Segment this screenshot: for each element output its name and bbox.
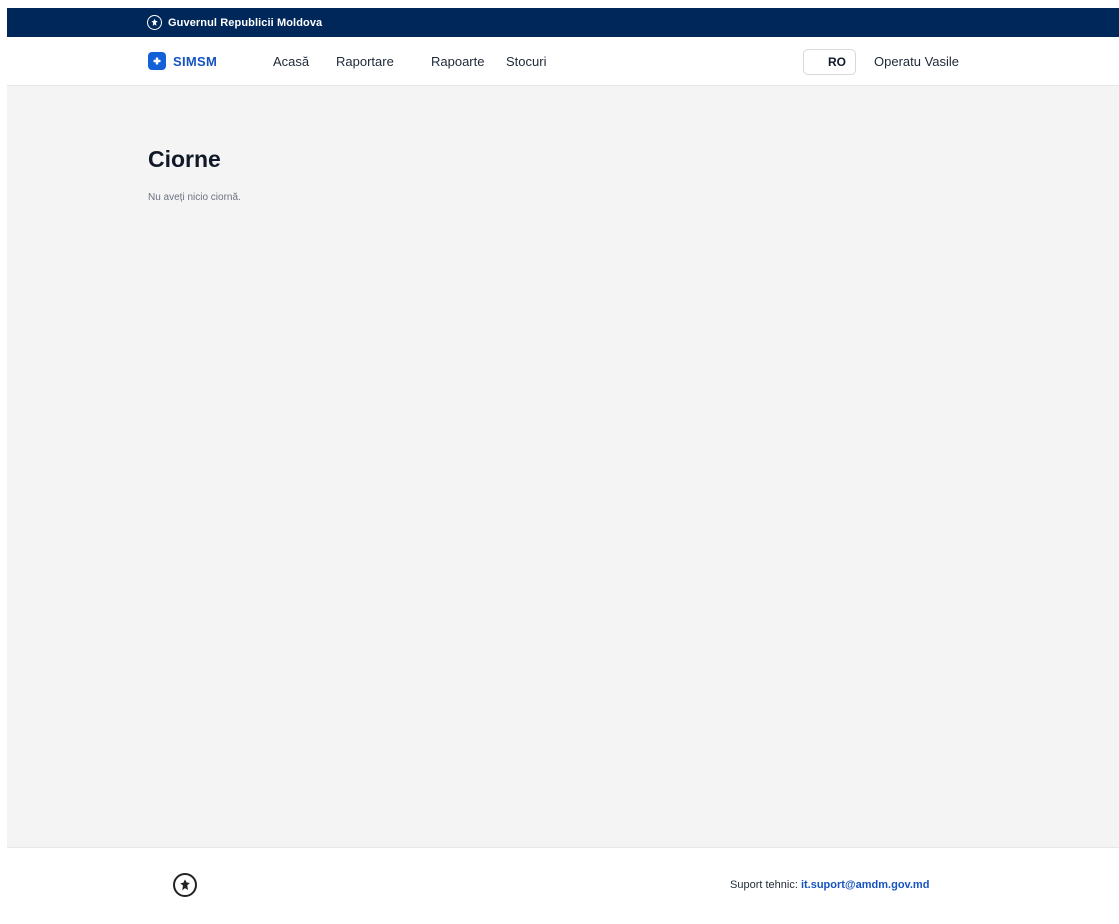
app-header: SIMSM Acasă Raportare Rapoarte Stocuri R… — [7, 37, 1119, 86]
brand-logo-link[interactable]: SIMSM — [148, 52, 217, 70]
nav-item-stocuri[interactable]: Stocuri — [506, 54, 546, 69]
nav-item-rapoarte[interactable]: Rapoarte — [431, 54, 484, 69]
government-link[interactable]: Guvernul Republicii Moldova — [147, 8, 322, 37]
support-contact: Suport tehnic: it.suport@amdm.gov.md — [730, 879, 929, 891]
moldova-emblem-icon — [173, 873, 197, 897]
support-label: Suport tehnic: — [730, 879, 798, 891]
nav-item-acasa[interactable]: Acasă — [273, 54, 309, 69]
government-title: Guvernul Republicii Moldova — [168, 16, 323, 29]
user-menu[interactable]: Operatu Vasile — [874, 54, 959, 69]
empty-state-message: Nu aveți nicio ciornă. — [148, 192, 241, 203]
footer: Suport tehnic: it.suport@amdm.gov.md — [7, 848, 1119, 924]
page-title: Ciorne — [148, 146, 221, 172]
page: Guvernul Republicii Moldova SIMSM Acasă … — [0, 0, 1119, 924]
brand-name: SIMSM — [173, 53, 218, 69]
moldova-emblem-icon — [147, 15, 162, 30]
government-bar: Guvernul Republicii Moldova — [7, 8, 1119, 37]
medical-cross-icon — [148, 52, 166, 70]
main-content: Ciorne Nu aveți nicio ciornă. — [7, 86, 1119, 848]
support-email-link[interactable]: it.suport@amdm.gov.md — [801, 879, 929, 891]
nav-item-raportare[interactable]: Raportare — [336, 54, 394, 69]
language-selector[interactable]: RO — [803, 49, 856, 75]
